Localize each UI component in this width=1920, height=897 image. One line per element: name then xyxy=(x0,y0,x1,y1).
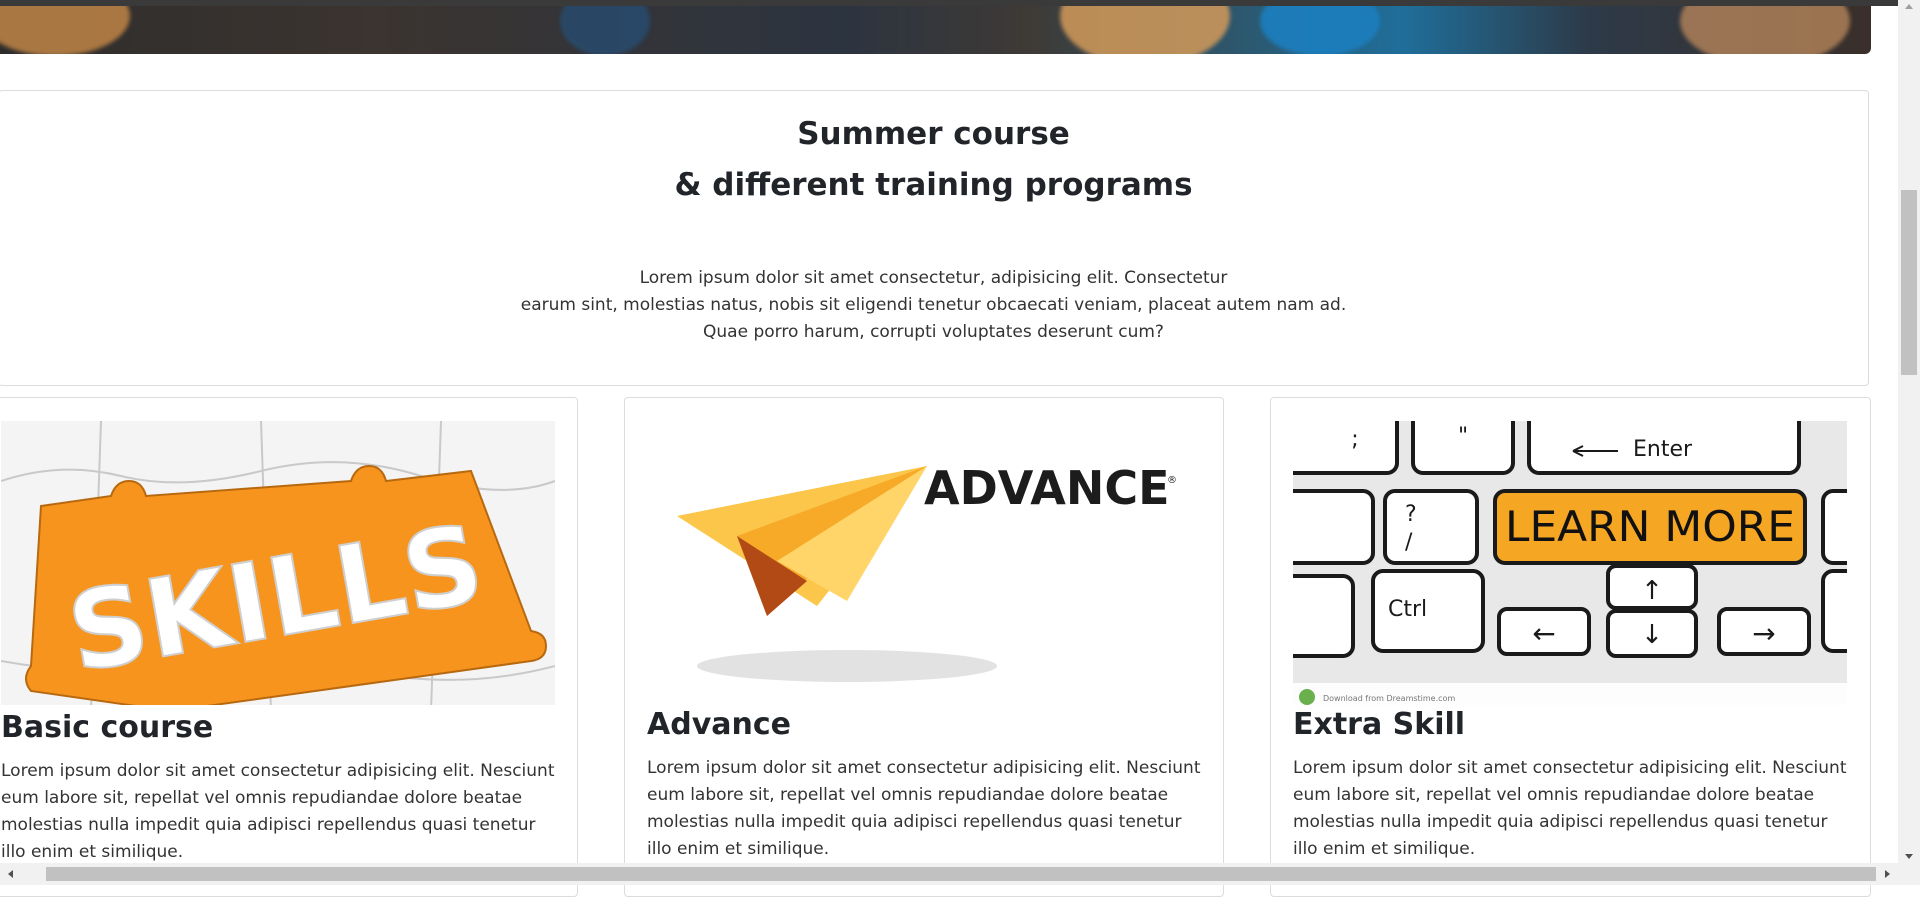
key-left-arrow: ← xyxy=(1532,617,1555,650)
intro-text-line-1: Lorem ipsum dolor sit amet consectetur, … xyxy=(639,268,1228,288)
intro-card: Summer course & different training progr… xyxy=(0,90,1869,386)
skills-puzzle-image: SKILLS xyxy=(1,421,555,705)
scroll-up-arrow-icon[interactable] xyxy=(1905,4,1913,9)
registered-mark: ® xyxy=(1167,475,1177,486)
intro-text-line-3: Quae porro harum, corrupti voluptates de… xyxy=(703,322,1164,342)
keyboard-learn-more-image: ; " Enter ? / LEARN MORE Ctrl ← ↑ ↓ → Do… xyxy=(1293,421,1847,705)
card-text: Lorem ipsum dolor sit amet consectetur a… xyxy=(1293,758,1847,859)
intro-text-line-2: earum sint, molestias natus, nobis sit e… xyxy=(520,295,1347,315)
watermark-text: Download from Dreamstime.com xyxy=(1323,694,1455,703)
key-ctrl: Ctrl xyxy=(1388,597,1427,622)
course-card-extra-skill: ; " Enter ? / LEARN MORE Ctrl ← ↑ ↓ → Do… xyxy=(1270,397,1871,897)
title-line-2: & different training programs xyxy=(674,167,1193,203)
key-slash: / xyxy=(1405,530,1413,555)
card-title: Advance xyxy=(647,707,791,742)
advance-word: ADVANCE xyxy=(924,461,1170,515)
horizontal-scroll-thumb[interactable] xyxy=(46,867,1876,881)
card-text: Lorem ipsum dolor sit amet consectetur a… xyxy=(647,758,1201,859)
scroll-down-arrow-icon[interactable] xyxy=(1905,854,1913,859)
card-title: Extra Skill xyxy=(1293,707,1466,742)
course-card-advance: ADVANCE ® Advance Lorem ipsum dolor sit … xyxy=(624,397,1224,897)
key-enter: Enter xyxy=(1633,437,1693,462)
key-quote: " xyxy=(1458,424,1468,449)
scroll-left-arrow-icon[interactable] xyxy=(8,870,13,878)
vertical-scroll-thumb[interactable] xyxy=(1901,190,1917,375)
vertical-scrollbar[interactable] xyxy=(1898,0,1920,863)
horizontal-scrollbar[interactable] xyxy=(0,863,1920,885)
learn-more-key-text: LEARN MORE xyxy=(1505,502,1795,551)
section-title: Summer course & different training progr… xyxy=(0,109,1868,211)
key-right-arrow: → xyxy=(1752,617,1775,650)
key-question: ? xyxy=(1405,502,1417,527)
course-card-basic: SKILLS Basic course Lorem ipsum dolor si… xyxy=(0,397,578,897)
card-title: Basic course xyxy=(1,710,214,745)
card-text: Lorem ipsum dolor sit amet consectetur a… xyxy=(1,761,555,862)
key-up-arrow: ↑ xyxy=(1641,576,1663,606)
title-line-1: Summer course xyxy=(797,116,1070,152)
hero-banner-image xyxy=(0,6,1871,54)
scroll-right-arrow-icon[interactable] xyxy=(1885,870,1890,878)
intro-description: Lorem ipsum dolor sit amet consectetur, … xyxy=(0,265,1868,346)
key-semicolon: ; xyxy=(1351,427,1358,452)
advance-logo-image: ADVANCE ® xyxy=(647,421,1201,705)
key-down-arrow: ↓ xyxy=(1641,620,1663,650)
